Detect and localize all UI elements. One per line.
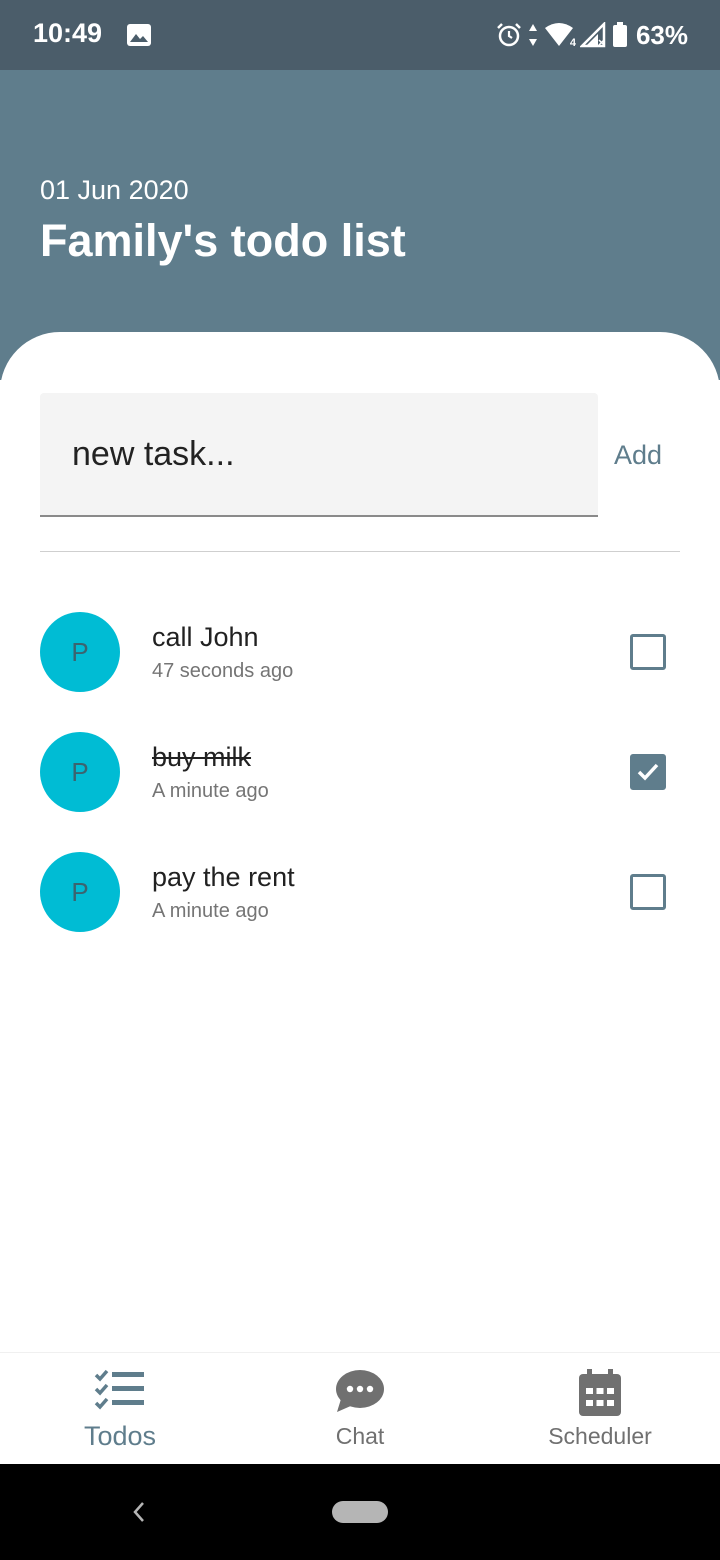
signal-icon [579,22,606,48]
nav-item-chat[interactable]: Chat [240,1353,480,1465]
battery-icon [612,22,628,48]
todo-list: P call John 47 seconds ago P buy milk A … [0,612,720,972]
todo-item[interactable]: P buy milk A minute ago [0,732,720,852]
home-pill[interactable] [332,1501,388,1523]
status-icons: 4 63% [496,16,688,54]
status-time: 10:49 [33,18,103,48]
checklist-icon [94,1369,146,1416]
nav-item-scheduler[interactable]: Scheduler [480,1353,720,1465]
todo-item[interactable]: P call John 47 seconds ago [0,612,720,732]
image-icon [127,24,151,46]
header-date: 01 Jun 2020 [40,175,189,205]
calendar-icon [578,1369,622,1422]
todo-time: A minute ago [152,900,269,922]
todo-item[interactable]: P pay the rent A minute ago [0,852,720,972]
divider [40,551,680,552]
bottom-nav: Todos Chat Scheduler [0,1352,720,1465]
network-badge: 4 [569,37,576,49]
add-button[interactable]: Add [614,440,662,471]
system-nav-bar [0,1464,720,1560]
data-arrows-icon [528,23,538,47]
nav-label-chat: Chat [335,1423,385,1449]
todo-checkbox[interactable] [630,874,666,910]
avatar: P [40,732,120,812]
chat-bubble-icon [335,1369,385,1418]
status-bar: 10:49 4 63% [0,0,720,70]
alarm-icon [496,22,522,48]
nav-label-scheduler: Scheduler [548,1423,652,1449]
todo-time: A minute ago [152,780,269,802]
nav-label-todos: Todos [83,1421,157,1451]
todo-checkbox[interactable] [630,754,666,790]
todo-time: 47 seconds ago [152,660,294,682]
main-card: new task... Add P call John 47 seconds a… [0,332,720,1352]
todo-title: call John [152,622,259,652]
avatar: P [40,852,120,932]
battery-percent: 63% [635,19,688,50]
back-icon[interactable] [130,1500,148,1529]
avatar: P [40,612,120,692]
todo-title: pay the rent [152,862,295,892]
nav-item-todos[interactable]: Todos [0,1353,240,1465]
wifi-icon: 4 [544,23,576,49]
todo-title: buy milk [152,742,252,772]
new-task-input[interactable]: new task... [40,393,598,517]
todo-checkbox[interactable] [630,634,666,670]
page-title: Family's todo list [40,215,406,266]
checkmark-icon [637,763,659,781]
